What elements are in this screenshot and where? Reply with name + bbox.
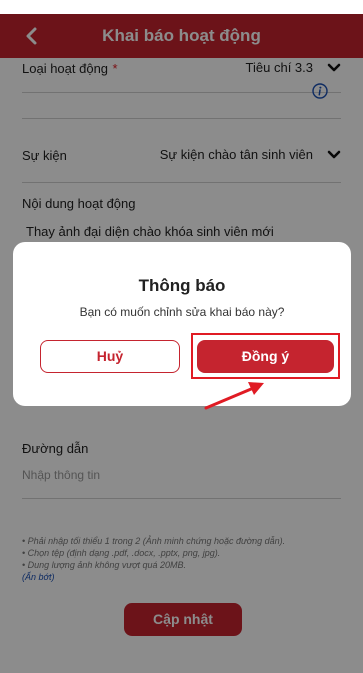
- note-line: • Chọn tệp (định dạng .pdf, .docx, .pptx…: [22, 548, 221, 558]
- cancel-button[interactable]: Huỷ: [40, 340, 180, 373]
- info-icon[interactable]: [312, 83, 328, 99]
- confirm-dialog: Thông báo Bạn có muốn chỉnh sửa khai báo…: [13, 242, 351, 406]
- event-select[interactable]: Sự kiện Sự kiện chào tân sinh viên: [22, 147, 341, 167]
- chevron-down-icon: [327, 150, 341, 159]
- confirm-button[interactable]: Đồng ý: [197, 340, 334, 373]
- link-input[interactable]: Nhập thông tin: [22, 468, 341, 482]
- activity-type-label: Loại hoạt động: [22, 61, 109, 76]
- collapse-notes-link[interactable]: (Ẩn bớt): [22, 572, 54, 582]
- content-input[interactable]: Thay ảnh đại diện chào khóa sinh viên mớ…: [22, 224, 341, 239]
- note-line: • Phải nhập tối thiểu 1 trong 2 (Ảnh min…: [22, 536, 286, 546]
- app-screen: Khai báo hoạt động Loại hoạt động * Tiêu…: [0, 0, 363, 673]
- dialog-message: Bạn có muốn chỉnh sửa khai báo này?: [79, 305, 285, 319]
- required-mark: *: [112, 61, 118, 76]
- divider: [22, 92, 341, 93]
- content-label: Nội dung hoạt động: [22, 196, 136, 211]
- activity-type-value: Tiêu chí 3.3: [245, 60, 313, 75]
- event-value: Sự kiện chào tân sinh viên: [159, 147, 313, 162]
- event-label: Sự kiện: [22, 148, 67, 163]
- chevron-down-icon: [327, 63, 341, 72]
- link-label: Đường dẫn: [22, 441, 89, 456]
- update-button[interactable]: Cập nhật: [124, 603, 242, 636]
- divider: [22, 182, 341, 183]
- annotation-arrow-icon: [204, 382, 264, 410]
- highlight-box: Đồng ý: [191, 333, 340, 379]
- page-title: Khai báo hoạt động: [102, 26, 261, 45]
- divider: [22, 118, 341, 119]
- app-header: Khai báo hoạt động: [0, 14, 363, 58]
- dialog-title: Thông báo: [138, 276, 226, 295]
- note-line: • Dung lượng ảnh không vượt quá 20MB.: [22, 560, 187, 570]
- activity-type-select[interactable]: Loại hoạt động * Tiêu chí 3.3: [22, 60, 341, 80]
- divider: [22, 498, 341, 499]
